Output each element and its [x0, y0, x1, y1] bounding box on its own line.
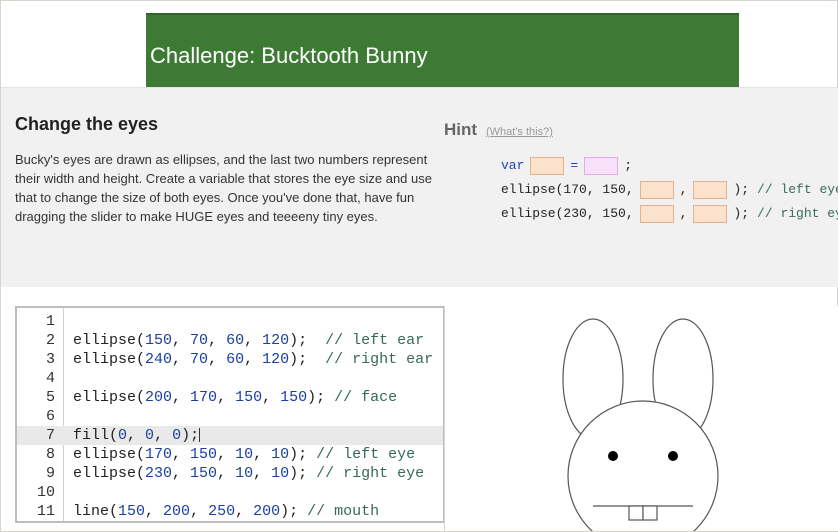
- hint-blank-right-width: [639, 205, 674, 223]
- code-comment: // right ear: [307, 351, 434, 368]
- output-canvas[interactable]: [444, 306, 838, 531]
- hint-help-link[interactable]: (What's this?): [486, 126, 553, 138]
- hint-left-eye-prefix: ellipse(170, 150,: [501, 182, 634, 197]
- code-line[interactable]: 2 ellipse(150, 70, 60, 120); // left ear: [17, 331, 443, 350]
- code-line[interactable]: 10: [17, 483, 443, 502]
- line-number: 1: [45, 313, 55, 330]
- code-text: fill(0, 0, 0);: [73, 427, 201, 444]
- code-line[interactable]: 5 ellipse(200, 170, 150, 150); // face: [17, 388, 443, 407]
- code-text: ellipse(230, 150, 10, 10); // right eye: [73, 465, 425, 482]
- line-number: 11: [36, 503, 55, 520]
- hint-right-eye-comment: // right eye: [757, 206, 838, 221]
- hint-line-right-eye: ellipse(230, 150, , ); // right eye: [501, 202, 838, 226]
- line-number: 2: [45, 332, 55, 349]
- hint-semicolon: ;: [624, 158, 633, 173]
- line-number: 10: [36, 484, 55, 501]
- code-line[interactable]: 11 line(150, 200, 250, 200); // mouth: [17, 502, 443, 521]
- line-number: 6: [45, 408, 55, 425]
- line-number: 7: [45, 427, 55, 444]
- step-description: Bucky's eyes are drawn as ellipses, and …: [15, 152, 432, 224]
- code-line[interactable]: 1: [17, 312, 443, 331]
- code-comment: // left ear: [307, 332, 425, 349]
- hint-equals: =: [570, 158, 579, 173]
- code-text: ellipse(200, 170, 150, 150); // face: [73, 389, 398, 406]
- hint-left-eye-comma: ,: [679, 182, 688, 197]
- challenge-page: Challenge: Bucktooth Bunny Change the ey…: [0, 0, 838, 532]
- code-line[interactable]: 3 ellipse(240, 70, 60, 120); // right ear: [17, 350, 443, 369]
- code-comment: // mouth: [298, 503, 380, 520]
- hint-blank-right-height: [693, 205, 728, 223]
- hint-left-eye-suffix: );: [733, 182, 750, 197]
- text-caret: [199, 428, 201, 443]
- hint-var-keyword: var: [501, 158, 525, 173]
- code-editor[interactable]: 1 2 ellipse(150, 70, 60, 120); // left ear…: [15, 306, 445, 523]
- challenge-title: Challenge: Bucktooth Bunny: [150, 43, 428, 68]
- hint-line-var: var = ;: [501, 154, 838, 178]
- bunny-drawing: [562, 318, 719, 531]
- code-line[interactable]: 8 ellipse(170, 150, 10, 10); // left eye: [17, 445, 443, 464]
- code-line[interactable]: 9 ellipse(230, 150, 10, 10); // right eye: [17, 464, 443, 483]
- hint-right-eye-prefix: ellipse(230, 150,: [501, 206, 634, 221]
- line-number: 8: [45, 446, 55, 463]
- hint-line-left-eye: ellipse(170, 150, , ); // left eye: [501, 178, 838, 202]
- code-comment: // face: [325, 389, 398, 406]
- hint-left-eye-comment: // left eye: [757, 182, 838, 197]
- step-title: Change the eyes: [15, 114, 159, 134]
- hint-blank-left-width: [639, 181, 674, 199]
- hint-right-eye-comma: ,: [679, 206, 688, 221]
- code-text: line(150, 200, 250, 200); // mouth: [73, 503, 380, 520]
- right-eye-shape: [668, 451, 678, 461]
- line-number: 4: [45, 370, 55, 387]
- code-line[interactable]: 4: [17, 369, 443, 388]
- code-text: ellipse(240, 70, 60, 120); // right ear: [73, 351, 434, 368]
- line-number: 3: [45, 351, 55, 368]
- code-line[interactable]: 7 fill(0, 0, 0);: [17, 426, 443, 445]
- line-number: 9: [45, 465, 55, 482]
- hint-right-eye-suffix: );: [733, 206, 750, 221]
- code-line[interactable]: 6: [17, 407, 443, 426]
- left-tooth-shape: [628, 505, 644, 521]
- hint-blank-value: [584, 157, 619, 175]
- code-comment: // right eye: [307, 465, 425, 482]
- left-eye-shape: [608, 451, 618, 461]
- line-number: 5: [45, 389, 55, 406]
- instructions-panel: Change the eyes Bucky's eyes are drawn a…: [1, 87, 838, 287]
- hint-title: Hint: [444, 120, 478, 139]
- right-tooth-shape: [642, 505, 658, 521]
- hint-code: var = ; ellipse(170, 150, , ); // left e…: [501, 154, 838, 226]
- code-comment: // left eye: [307, 446, 416, 463]
- hint-blank-name: [530, 157, 565, 175]
- hint-blank-left-height: [693, 181, 728, 199]
- code-text: ellipse(150, 70, 60, 120); // left ear: [73, 332, 425, 349]
- code-text: ellipse(170, 150, 10, 10); // left eye: [73, 446, 416, 463]
